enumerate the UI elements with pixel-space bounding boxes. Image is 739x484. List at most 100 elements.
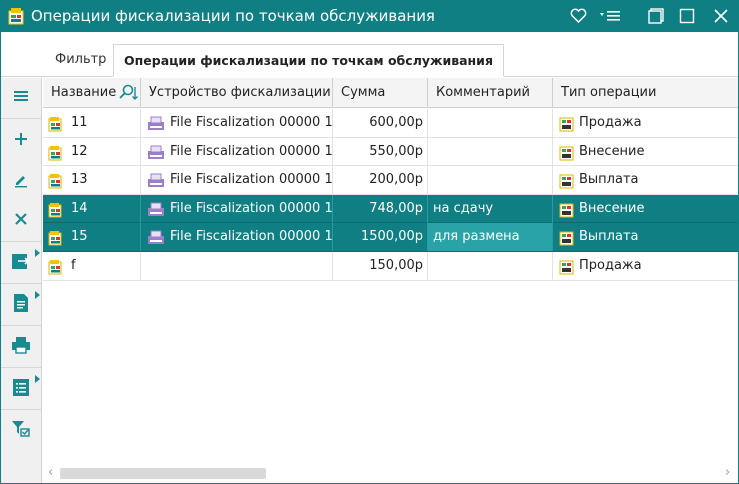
column-header-name[interactable]: Название <box>43 78 141 108</box>
submenu-indicator <box>35 249 40 257</box>
scrollbar-thumb[interactable] <box>60 468 266 479</box>
cell-comment[interactable] <box>428 137 553 166</box>
record-icon <box>48 201 64 218</box>
table-row[interactable]: 11 File Fiscalization 00000 1 600,00р Прода… <box>43 109 738 138</box>
fiscal-device-icon <box>147 229 165 245</box>
restore-icon[interactable] <box>644 5 668 27</box>
delete-icon <box>13 211 29 231</box>
cell-name-text: 14 <box>71 200 88 216</box>
cell-comment[interactable]: на сдачу <box>428 194 553 223</box>
operations-grid: Название Устройство фискализации Сумма К… <box>43 78 738 461</box>
cell-name-text: f <box>71 258 76 273</box>
cell-name[interactable]: f <box>43 252 141 280</box>
list-icon <box>11 377 31 401</box>
heart-icon[interactable] <box>566 5 590 27</box>
cell-operation-type[interactable]: Продажа <box>553 252 738 280</box>
export-button[interactable] <box>1 243 41 284</box>
cell-device[interactable]: File Fiscalization 00000 1 <box>141 137 333 166</box>
cell-device[interactable]: File Fiscalization 00000 1 <box>141 223 333 252</box>
document-icon <box>11 293 31 317</box>
operation-type-icon <box>559 258 575 275</box>
cell-device[interactable] <box>141 252 333 280</box>
cell-device-text: File Fiscalization 00000 1 <box>170 200 333 216</box>
scroll-right-icon[interactable]: › <box>725 465 730 480</box>
horizontal-scrollbar[interactable]: ‹ › <box>43 463 738 483</box>
cell-sum[interactable]: 550,00р <box>333 137 428 166</box>
cell-device-text: File Fiscalization 00000 1 <box>170 115 333 130</box>
column-header-sum[interactable]: Сумма <box>333 78 428 108</box>
record-icon <box>48 258 64 275</box>
delete-button[interactable] <box>1 201 41 242</box>
cell-name-text: 13 <box>71 172 88 188</box>
operation-type-icon <box>559 115 575 132</box>
column-header-comment[interactable]: Комментарий <box>428 78 553 108</box>
cell-name[interactable]: 11 <box>43 109 141 137</box>
filter-button[interactable] <box>1 410 41 451</box>
menu-button[interactable] <box>1 78 41 119</box>
list-button[interactable] <box>1 369 41 410</box>
close-icon[interactable] <box>709 5 733 27</box>
cell-comment[interactable] <box>428 252 553 280</box>
table-row[interactable]: 13 File Fiscalization 00000 1 200,00р Выпла… <box>43 166 738 195</box>
cell-name[interactable]: 12 <box>43 137 141 166</box>
cell-operation-type[interactable]: Выплата <box>553 223 738 251</box>
print-button[interactable] <box>1 327 41 368</box>
table-row[interactable]: 12 File Fiscalization 00000 1 550,00р Внесе… <box>43 137 738 167</box>
cell-device[interactable]: File Fiscalization 00000 1 <box>141 166 333 195</box>
column-header-type[interactable]: Тип операции <box>553 78 738 108</box>
table-row[interactable]: 15 File Fiscalization 00000 1 1500,00р для … <box>43 223 738 252</box>
cell-device-text: File Fiscalization 00000 1 <box>170 229 333 245</box>
cell-operation-type[interactable]: Продажа <box>553 109 738 137</box>
cell-device[interactable]: File Fiscalization 00000 1 <box>141 109 333 137</box>
operation-type-icon <box>559 172 575 189</box>
hamburger-icon <box>13 89 29 107</box>
document-button[interactable] <box>1 285 41 326</box>
scroll-left-icon[interactable]: ‹ <box>48 465 53 480</box>
cell-operation-type-text: Выплата <box>579 229 639 245</box>
record-icon <box>48 229 64 246</box>
add-button[interactable] <box>1 120 41 161</box>
cell-sum[interactable]: 600,00р <box>333 109 428 137</box>
app-icon <box>8 7 26 25</box>
fiscal-device-icon <box>147 115 165 131</box>
cell-operation-type[interactable]: Внесение <box>553 138 738 166</box>
maximize-icon[interactable] <box>675 5 699 27</box>
cell-comment[interactable]: для размена <box>428 223 553 252</box>
edit-icon <box>13 172 29 192</box>
cell-sum[interactable]: 1500,00р <box>333 223 428 252</box>
tab-filter[interactable]: Фильтр <box>45 44 116 77</box>
fiscal-device-icon <box>147 144 165 160</box>
operation-type-icon <box>559 229 575 246</box>
cell-name[interactable]: 13 <box>43 166 141 195</box>
record-icon <box>48 115 64 132</box>
cell-operation-type-text: Продажа <box>579 258 642 273</box>
operation-type-icon <box>559 201 575 218</box>
cell-sum[interactable]: 748,00р <box>333 194 428 223</box>
edit-button[interactable] <box>1 161 41 202</box>
cell-operation-type-text: Продажа <box>579 115 642 130</box>
cell-device[interactable]: File Fiscalization 00000 1 <box>141 194 333 223</box>
cell-comment[interactable] <box>428 166 553 195</box>
print-icon <box>11 336 31 358</box>
tab-fiscal-operations[interactable]: Операции фискализации по точкам обслужив… <box>113 44 504 77</box>
left-toolbar <box>1 78 42 483</box>
cell-name[interactable]: 14 <box>43 194 141 223</box>
table-row[interactable]: f 150,00р Продажа <box>43 252 738 281</box>
fiscal-device-icon <box>147 172 165 188</box>
cell-sum[interactable]: 150,00р <box>333 252 428 280</box>
column-header-device[interactable]: Устройство фискализации <box>141 78 333 108</box>
cell-name-text: 15 <box>71 229 88 245</box>
cell-operation-type[interactable]: Внесение <box>553 195 738 223</box>
cell-sum[interactable]: 200,00р <box>333 166 428 195</box>
menu-dropdown-icon[interactable] <box>599 5 623 27</box>
cell-name[interactable]: 15 <box>43 223 141 252</box>
table-row[interactable]: 14 File Fiscalization 00000 1 748,00р на сд… <box>43 194 738 224</box>
window-title: Операции фискализации по точкам обслужив… <box>31 7 435 25</box>
cell-comment[interactable] <box>428 109 553 137</box>
submenu-indicator <box>35 375 40 383</box>
record-icon <box>48 172 64 189</box>
cell-name-text: 12 <box>71 143 88 159</box>
cell-operation-type[interactable]: Выплата <box>553 166 738 194</box>
tab-strip: Фильтр Операции фискализации по точкам о… <box>1 32 738 77</box>
title-bar: Операции фискализации по точкам обслужив… <box>1 1 738 32</box>
